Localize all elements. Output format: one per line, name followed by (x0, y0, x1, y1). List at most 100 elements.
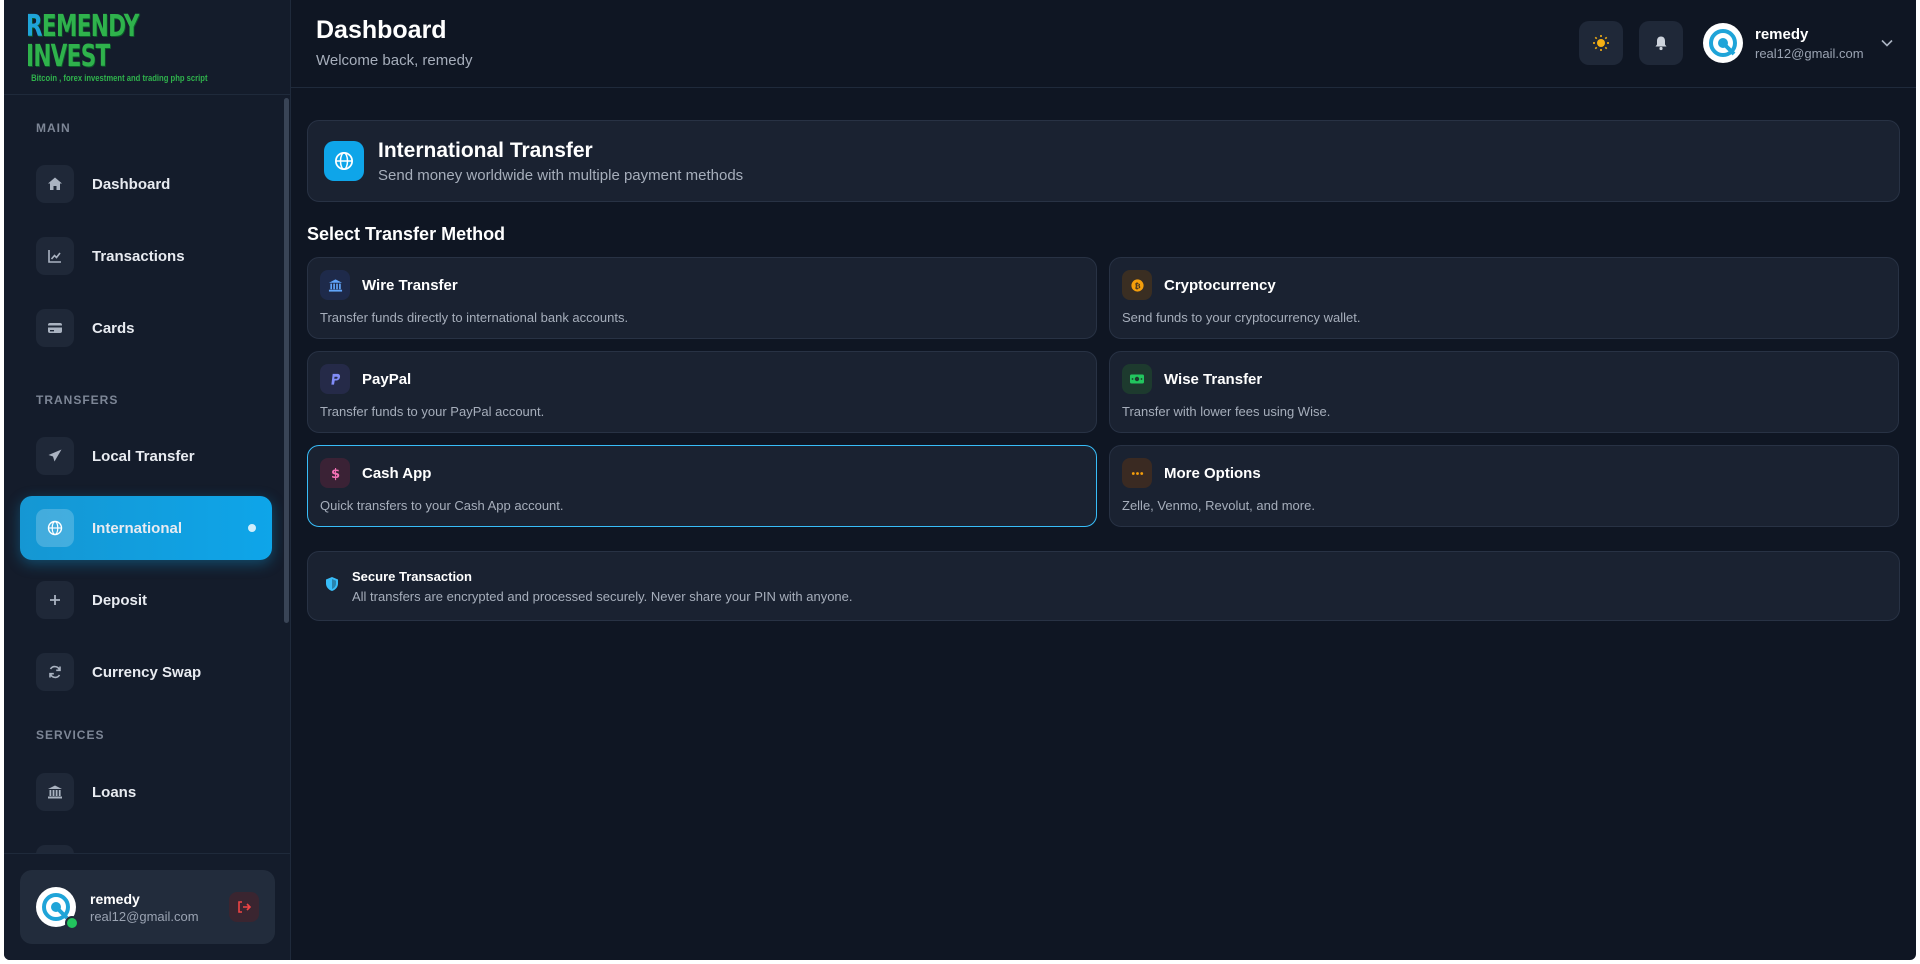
page-title: Dashboard (316, 16, 447, 44)
sidebar-item-dashboard[interactable]: Dashboard (20, 152, 272, 216)
method-card-cryptocurrency[interactable]: ₿ Cryptocurrency Send funds to your cryp… (1109, 257, 1899, 339)
sidebar-item-local-transfer[interactable]: Local Transfer (20, 424, 272, 488)
card-description: Quick transfers to your Cash App account… (320, 498, 564, 513)
banner-text: International Transfer Send money worldw… (378, 139, 743, 184)
sidebar-user-name: remedy (90, 890, 140, 907)
logo-main-text: EMENDY INVEST (26, 8, 139, 74)
svg-text:$: $ (330, 467, 339, 481)
avatar[interactable] (1703, 23, 1743, 63)
banner-title: International Transfer (378, 138, 593, 162)
paper-plane-icon (36, 437, 74, 475)
bell-icon (1655, 36, 1667, 51)
sidebar-item-deposit[interactable]: Deposit (20, 568, 272, 632)
secure-transaction-notice: Secure Transaction All transfers are enc… (307, 551, 1900, 621)
sidebar-item-label: International (92, 519, 183, 537)
method-card-more-options[interactable]: More Options Zelle, Venmo, Revolut, and … (1109, 445, 1899, 527)
money-bill-icon (1122, 364, 1152, 394)
card-header: PayPal (320, 364, 1084, 394)
scrollbar-thumb[interactable] (284, 98, 289, 623)
chart-line-icon (36, 237, 74, 275)
avatar[interactable] (36, 887, 79, 930)
section-label-transfers: TRANSFERS (36, 393, 119, 407)
sidebar-scrollbar[interactable] (283, 96, 290, 854)
sidebar-item-label: Local Transfer (92, 447, 195, 465)
app-window: REMENDY INVEST Bitcoin , forex investmen… (4, 0, 1916, 960)
credit-card-icon (36, 309, 74, 347)
ellipsis-icon (1122, 458, 1152, 488)
logo-tagline: Bitcoin , forex investment and trading p… (31, 72, 208, 83)
logout-button[interactable] (229, 892, 259, 922)
international-transfer-banner: International Transfer Send money worldw… (307, 120, 1900, 202)
sidebar-item-label: Cards (92, 319, 135, 337)
sidebar-item-label: Currency Swap (92, 663, 202, 681)
chevron-down-icon[interactable] (1880, 36, 1894, 50)
method-card-paypal[interactable]: PayPal Transfer funds to your PayPal acc… (307, 351, 1097, 433)
sidebar-item-more-partial[interactable] (20, 832, 272, 854)
online-status-dot (65, 916, 79, 930)
logo-area: REMENDY INVEST Bitcoin , forex investmen… (4, 0, 290, 95)
notifications-button[interactable] (1639, 21, 1683, 65)
paypal-icon (320, 364, 350, 394)
sidebar-item-international[interactable]: International (20, 496, 272, 560)
card-title: More Options (1164, 464, 1261, 482)
card-header: Wise Transfer (1122, 364, 1886, 394)
sidebar-item-label: Deposit (92, 591, 148, 609)
card-header: More Options (1122, 458, 1886, 488)
header-user-name: remedy (1755, 25, 1809, 43)
section-label-services: SERVICES (36, 728, 105, 742)
refresh-icon (36, 653, 74, 691)
secure-notice-text: Secure Transaction All transfers are enc… (352, 569, 853, 604)
banner-subtitle: Send money worldwide with multiple payme… (378, 166, 744, 184)
theme-toggle-button[interactable] (1579, 21, 1623, 65)
bank-icon (36, 773, 74, 811)
transfer-methods-grid: Wire Transfer Transfer funds directly to… (307, 257, 1900, 527)
top-header: Dashboard Welcome back, remedy remedy re… (291, 0, 1916, 88)
sidebar-footer: remedy real12@gmail.com (4, 853, 290, 960)
card-description: Transfer with lower fees using Wise. (1122, 404, 1331, 419)
globe-icon (324, 141, 364, 181)
section-label-main: MAIN (36, 121, 71, 135)
svg-text:₿: ₿ (1134, 281, 1140, 290)
header-user-email: real12@gmail.com (1755, 45, 1864, 61)
method-card-wire-transfer[interactable]: Wire Transfer Transfer funds directly to… (307, 257, 1097, 339)
sidebar-item-label: Transactions (92, 247, 185, 265)
sidebar-item-loans[interactable]: Loans (20, 760, 272, 824)
secure-notice-title: Secure Transaction (352, 568, 472, 584)
sidebar-nav: MAIN Dashboard Transactions Cards TRANSF… (4, 96, 290, 854)
card-title: PayPal (362, 370, 412, 388)
brand-logo[interactable]: REMENDY INVEST Bitcoin , forex investmen… (26, 8, 290, 83)
page-subtitle: Welcome back, remedy (316, 52, 473, 69)
home-icon (36, 165, 74, 203)
header-user-info: remedy real12@gmail.com (1755, 26, 1864, 61)
card-title: Wire Transfer (362, 276, 458, 294)
dollar-icon: $ (320, 458, 350, 488)
sidebar-item-cards[interactable]: Cards (20, 296, 272, 360)
card-title: Cash App (362, 464, 432, 482)
shield-icon (324, 576, 340, 597)
header-user-menu[interactable]: remedy real12@gmail.com (1703, 23, 1894, 63)
card-description: Send funds to your cryptocurrency wallet… (1122, 310, 1361, 325)
logout-icon (238, 901, 252, 913)
card-description: Zelle, Venmo, Revolut, and more. (1122, 498, 1315, 513)
active-indicator-dot (248, 524, 256, 532)
card-header: ₿ Cryptocurrency (1122, 270, 1886, 300)
sidebar-item-label: Dashboard (92, 175, 171, 193)
main-area: Dashboard Welcome back, remedy remedy re… (291, 0, 1916, 960)
sidebar-user-card[interactable]: remedy real12@gmail.com (20, 870, 275, 944)
transfer-content: International Transfer Send money worldw… (307, 120, 1900, 621)
globe-icon (36, 509, 74, 547)
method-card-cash-app[interactable]: $ Cash App Quick transfers to your Cash … (307, 445, 1097, 527)
section-title: Select Transfer Method (307, 224, 506, 244)
sidebar-item-currency-swap[interactable]: Currency Swap (20, 640, 272, 704)
card-description: Transfer funds to your PayPal account. (320, 404, 545, 419)
card-header: $ Cash App (320, 458, 1084, 488)
method-card-wise-transfer[interactable]: Wise Transfer Transfer with lower fees u… (1109, 351, 1899, 433)
card-title: Wise Transfer (1164, 370, 1263, 388)
sidebar: REMENDY INVEST Bitcoin , forex investmen… (4, 0, 291, 960)
card-description: Transfer funds directly to international… (320, 310, 629, 325)
card-header: Wire Transfer (320, 270, 1084, 300)
sidebar-item-transactions[interactable]: Transactions (20, 224, 272, 288)
plus-icon (36, 581, 74, 619)
sun-icon (1593, 35, 1609, 51)
sidebar-user-email: real12@gmail.com (90, 908, 199, 924)
